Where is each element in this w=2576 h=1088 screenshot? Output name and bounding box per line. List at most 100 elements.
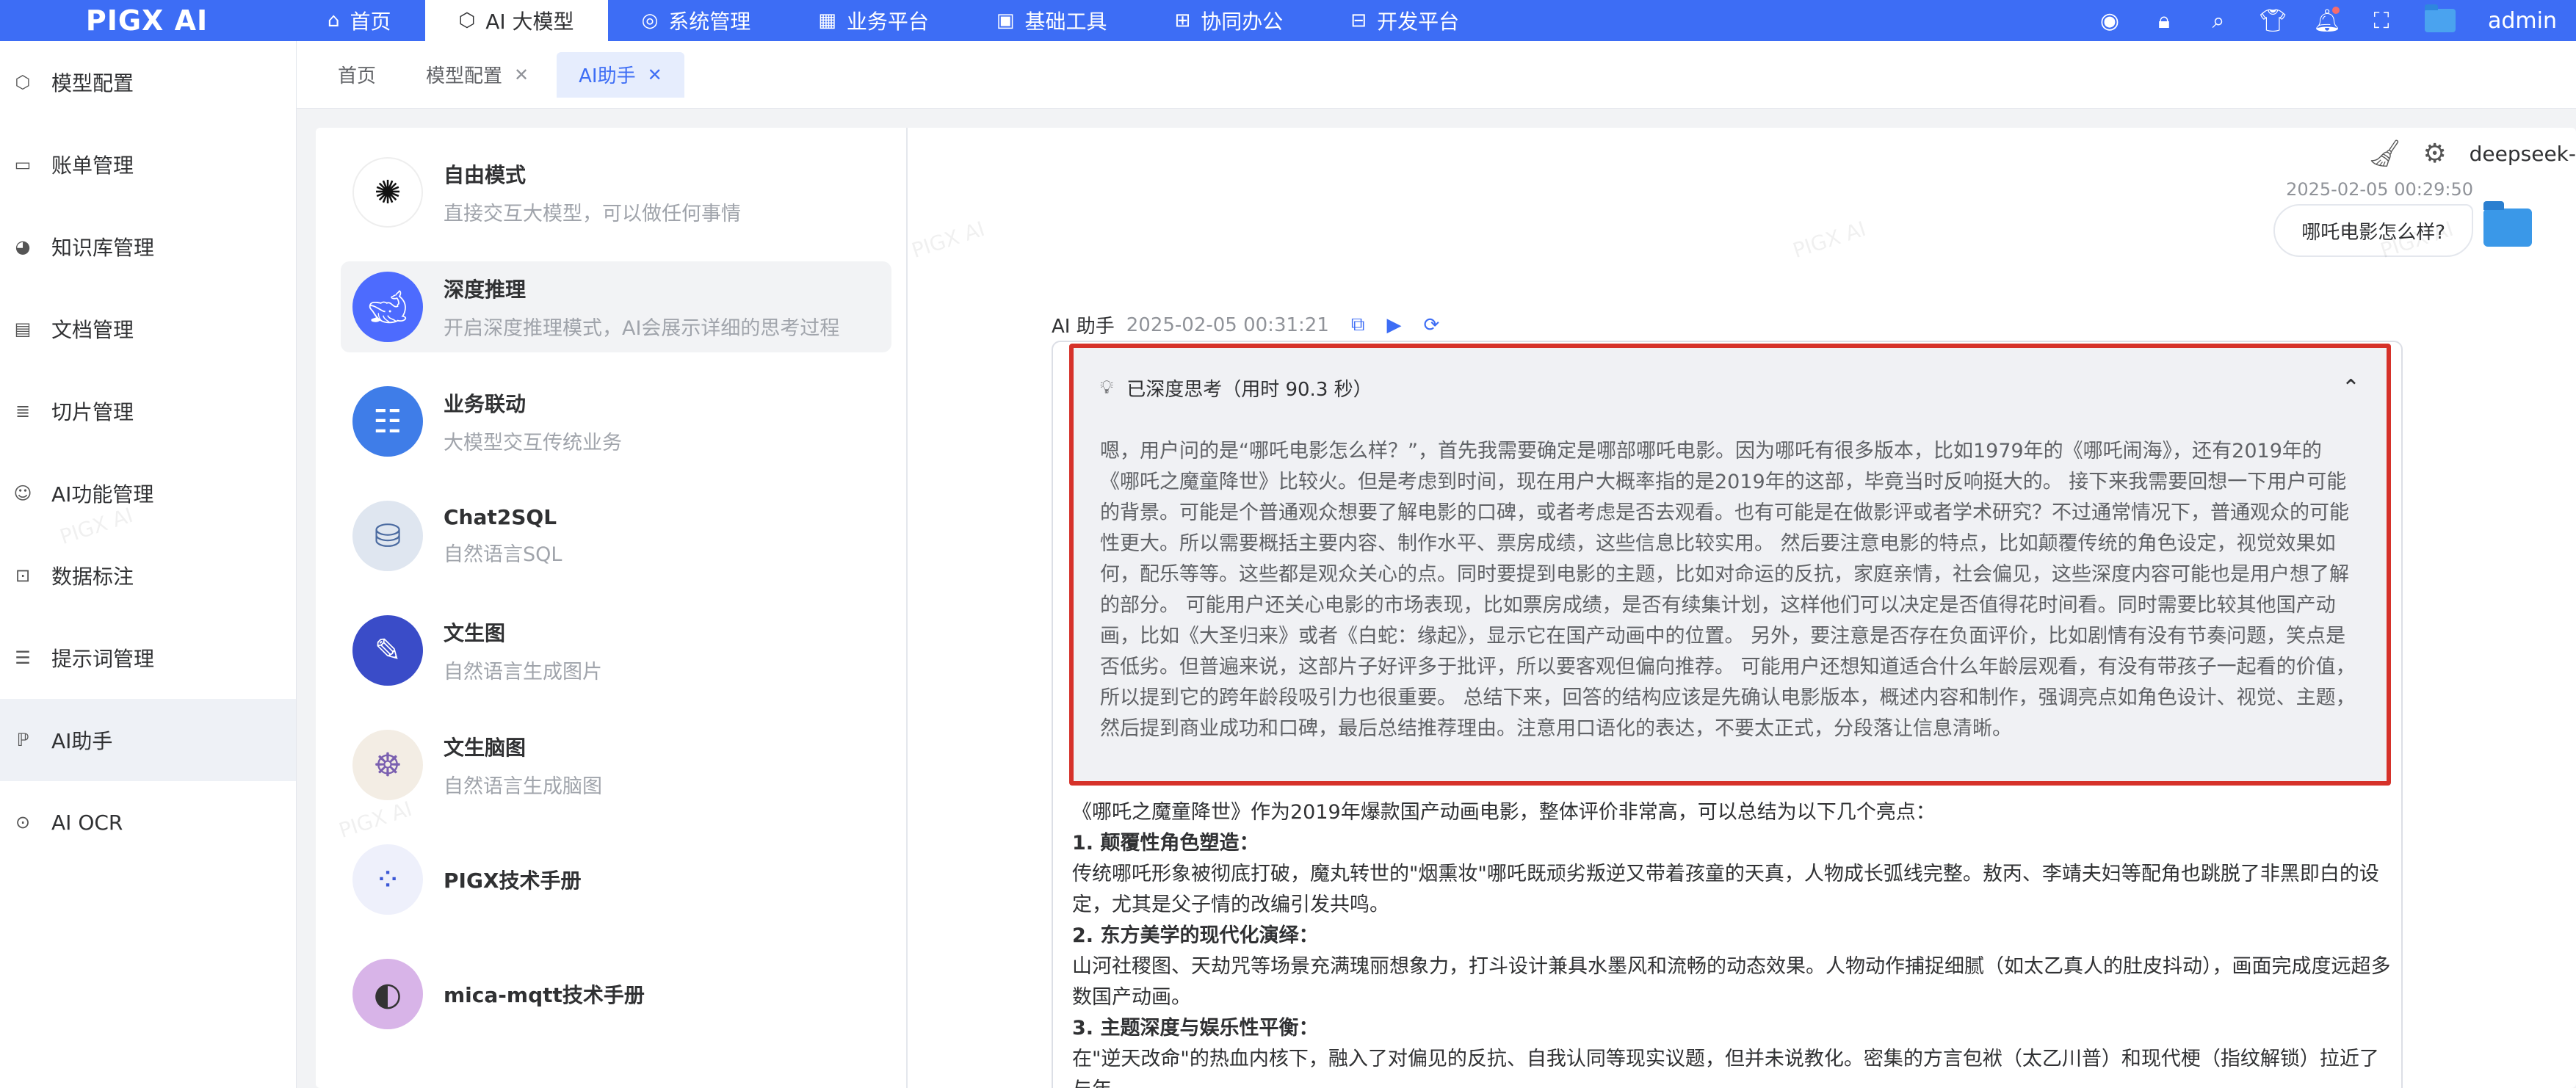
fullscreen-icon[interactable]: ⛶ <box>2370 8 2392 34</box>
tab-label: 首页 <box>338 65 377 87</box>
sidebar-item-assistant[interactable]: ℙ AI助手 <box>0 699 296 781</box>
mode-pigx-manual[interactable]: ⁘ PIGX技术手册 <box>341 834 891 925</box>
mode-free[interactable]: ✺ 自由模式 直接交互大模型，可以做任何事情 <box>341 147 891 238</box>
list-doc-icon: ☷ <box>352 386 423 457</box>
nav-item-system[interactable]: ◎ 系统管理 <box>608 0 785 41</box>
ai-message-time: 2025-02-05 00:31:21 <box>1126 313 1329 336</box>
notification-dot <box>2332 7 2340 14</box>
mode-title: mica-mqtt技术手册 <box>444 983 645 1007</box>
sidebar-item-label: AI助手 <box>51 729 113 753</box>
sidebar-item-bills[interactable]: ▭ 账单管理 <box>0 123 296 206</box>
mode-desc: 大模型交互传统业务 <box>444 431 622 454</box>
sidebar-item-ai-func[interactable]: ☺ AI功能管理 <box>0 452 296 534</box>
mode-title: 文生图 <box>444 620 506 645</box>
mindmap-icon: ☸ <box>352 730 423 800</box>
user-avatar <box>2483 201 2532 247</box>
mode-business[interactable]: ☷ 业务联动 大模型交互传统业务 <box>341 376 891 467</box>
nav-item-ai-model[interactable]: ⬡ AI 大模型 <box>424 0 608 41</box>
top-bar: PIGX AI ⌂ 首页 ⬡ AI 大模型 ◎ 系统管理 ▦ 业务平台 ▣ 基础… <box>0 0 2576 41</box>
close-icon[interactable]: ✕ <box>514 65 529 85</box>
nav-item-office[interactable]: ⊞ 协同办公 <box>1140 0 1317 41</box>
whale-icon: 🐋︎ <box>352 272 423 342</box>
mode-deep-reasoning[interactable]: 🐋︎ 深度推理开启深度推理模式，AI会展示详细的思考过程 <box>341 261 891 352</box>
mode-mindmap[interactable]: ☸ 文生脑图 自然语言生成脑图 <box>341 719 891 810</box>
nav-item-business[interactable]: ▦ 业务平台 <box>784 0 963 41</box>
avatar[interactable] <box>2425 4 2456 32</box>
sidebar-item-label: 提示词管理 <box>51 647 155 671</box>
mode-desc: 直接交互大模型，可以做任何事情 <box>444 202 741 225</box>
ai-message-header: AI 助手 2025-02-05 00:31:21 ⧉ ▶ ⟳ <box>1052 311 1439 338</box>
search-icon[interactable]: ⌕ <box>2207 8 2229 34</box>
refresh-icon[interactable]: ⟳ <box>1423 314 1439 336</box>
copy-icon[interactable]: ⧉ <box>1351 313 1365 336</box>
ocr-icon: ⊙ <box>15 812 31 833</box>
slice-icon: ≣ <box>15 401 31 421</box>
mode-desc: 开启深度推理模式，AI会展示详细的思考过程 <box>444 316 840 340</box>
language-icon[interactable]: ◉ <box>2099 8 2121 34</box>
nav-label: 开发平台 <box>1377 10 1460 34</box>
nav-label: AI 大模型 <box>485 10 574 34</box>
tab-model-config[interactable]: 模型配置 ✕ <box>404 52 551 98</box>
nav-label: 协同办公 <box>1201 10 1284 34</box>
point-title: 1. 颠覆性角色塑造： <box>1072 832 1259 855</box>
office-icon: ⊞ <box>1174 10 1191 32</box>
user-message-time: 2025-02-05 00:29:50 <box>2286 179 2473 200</box>
image-gen-icon: ✎ <box>352 615 423 686</box>
nav-item-home[interactable]: ⌂ 首页 <box>294 0 425 41</box>
sidebar-item-slices[interactable]: ≣ 切片管理 <box>0 370 296 452</box>
top-actions: ◉ 🔒︎ ⌕ 👕︎ 🔔︎ ⛶ admin <box>2099 4 2576 34</box>
thinking-header[interactable]: 💡︎ 已深度思考（用时 90.3 秒） ⌃ <box>1100 366 2360 410</box>
mode-mqtt-manual[interactable]: ◐ mica-mqtt技术手册 <box>341 949 891 1040</box>
tab-ai-assistant[interactable]: AI助手 ✕ <box>557 51 684 98</box>
mode-title: 自由模式 <box>444 162 527 187</box>
sidebar-item-knowledge[interactable]: ◕ 知识库管理 <box>0 206 296 288</box>
mode-desc: 自然语言生成图片 <box>444 660 602 683</box>
content-area: ✺ 自由模式 直接交互大模型，可以做任何事情 🐋︎ 深度推理 开启深度推理模式，AI… <box>297 109 2576 1088</box>
nav-label: 系统管理 <box>668 10 751 34</box>
tab-label: 模型配置 <box>426 65 503 87</box>
assistant-panel: ✺ 自由模式 直接交互大模型，可以做任何事情 🐋︎ 深度推理 开启深度推理模式，AI… <box>316 128 2576 1088</box>
thinking-text: 嗯，用户问的是“哪吒电影怎么样？”，首先我需要确定是哪部哪吒电影。因为哪吒有很多… <box>1100 440 2356 740</box>
settings-icon: ◎ <box>641 10 659 32</box>
gear-icon[interactable]: ⚙ <box>2420 138 2450 169</box>
sidebar-item-docs[interactable]: ▤ 文档管理 <box>0 288 296 370</box>
point-text: 山河社稷图、天劫咒等场景充满瑰丽想象力，打斗设计兼具水墨风和流畅的动态效果。人物… <box>1072 955 2391 1009</box>
play-icon[interactable]: ▶ <box>1386 314 1401 336</box>
app-logo: PIGX AI <box>85 4 209 37</box>
user-message: 哪吒电影怎么样? <box>2273 204 2473 257</box>
thinking-title: 已深度思考（用时 90.3 秒） <box>1126 378 1372 401</box>
answer-text: 《哪吒之魔童降世》作为2019年爆款国产动画电影，整体评价非常高，可以总结为以下… <box>1072 797 2394 1088</box>
lock-icon[interactable]: 🔒︎ <box>2153 8 2175 34</box>
chat-toolbar: 🧹︎ ⚙ deepseek- <box>2368 128 2576 179</box>
nav-item-tools[interactable]: ▣ 基础工具 <box>963 0 1141 41</box>
sidebar-item-label: AI功能管理 <box>51 482 154 507</box>
mode-text-to-image[interactable]: ✎ 文生图自然语言生成图片 <box>341 605 891 696</box>
mode-title: 深度推理 <box>444 277 527 302</box>
close-icon[interactable]: ✕ <box>648 65 662 85</box>
bell-icon[interactable]: 🔔︎ <box>2313 7 2341 34</box>
toolbox-icon: ▣ <box>996 10 1015 32</box>
sidebar-item-model-config[interactable]: ⬡ 模型配置 <box>0 41 296 123</box>
tab-home[interactable]: 首页 <box>316 52 398 98</box>
point-text: 在"逆天改命"的热血内核下，融入了对偏见的反抗、自我认同等现实议题，但并未说教化… <box>1072 1048 2379 1088</box>
mode-title: Chat2SQL <box>444 505 557 529</box>
assistant-icon: ℙ <box>16 730 29 750</box>
tabs-bar: 首页 模型配置 ✕ AI助手 ✕ <box>297 41 2576 109</box>
shirt-icon[interactable]: 👕︎ <box>2259 8 2287 34</box>
mode-chat2sql[interactable]: ⛁ Chat2SQL 自然语言SQL <box>341 490 891 581</box>
sidebar-item-ocr[interactable]: ⊙ AI OCR <box>0 781 296 863</box>
knowledge-icon: ◕ <box>15 236 31 257</box>
sidebar-item-label: AI OCR <box>51 810 123 835</box>
point-title: 3. 主题深度与娱乐性平衡： <box>1072 1017 1319 1040</box>
nav-item-dev[interactable]: ⊟ 开发平台 <box>1317 0 1493 41</box>
nav-label: 首页 <box>350 10 391 34</box>
grid-icon: ▦ <box>818 10 836 32</box>
sidebar-item-prompts[interactable]: ☰ 提示词管理 <box>0 617 296 699</box>
broom-icon[interactable]: 🧹︎ <box>2368 138 2402 169</box>
mode-desc: 自然语言生成脑图 <box>444 775 602 798</box>
user-name[interactable]: admin <box>2488 8 2557 34</box>
model-selector[interactable]: deepseek- <box>2470 142 2576 166</box>
sidebar-item-annotation[interactable]: ⊡ 数据标注 <box>0 534 296 617</box>
chevron-up-icon[interactable]: ⌃ <box>2342 375 2360 401</box>
mode-list: ✺ 自由模式 直接交互大模型，可以做任何事情 🐋︎ 深度推理 开启深度推理模式，AI… <box>316 128 908 1088</box>
